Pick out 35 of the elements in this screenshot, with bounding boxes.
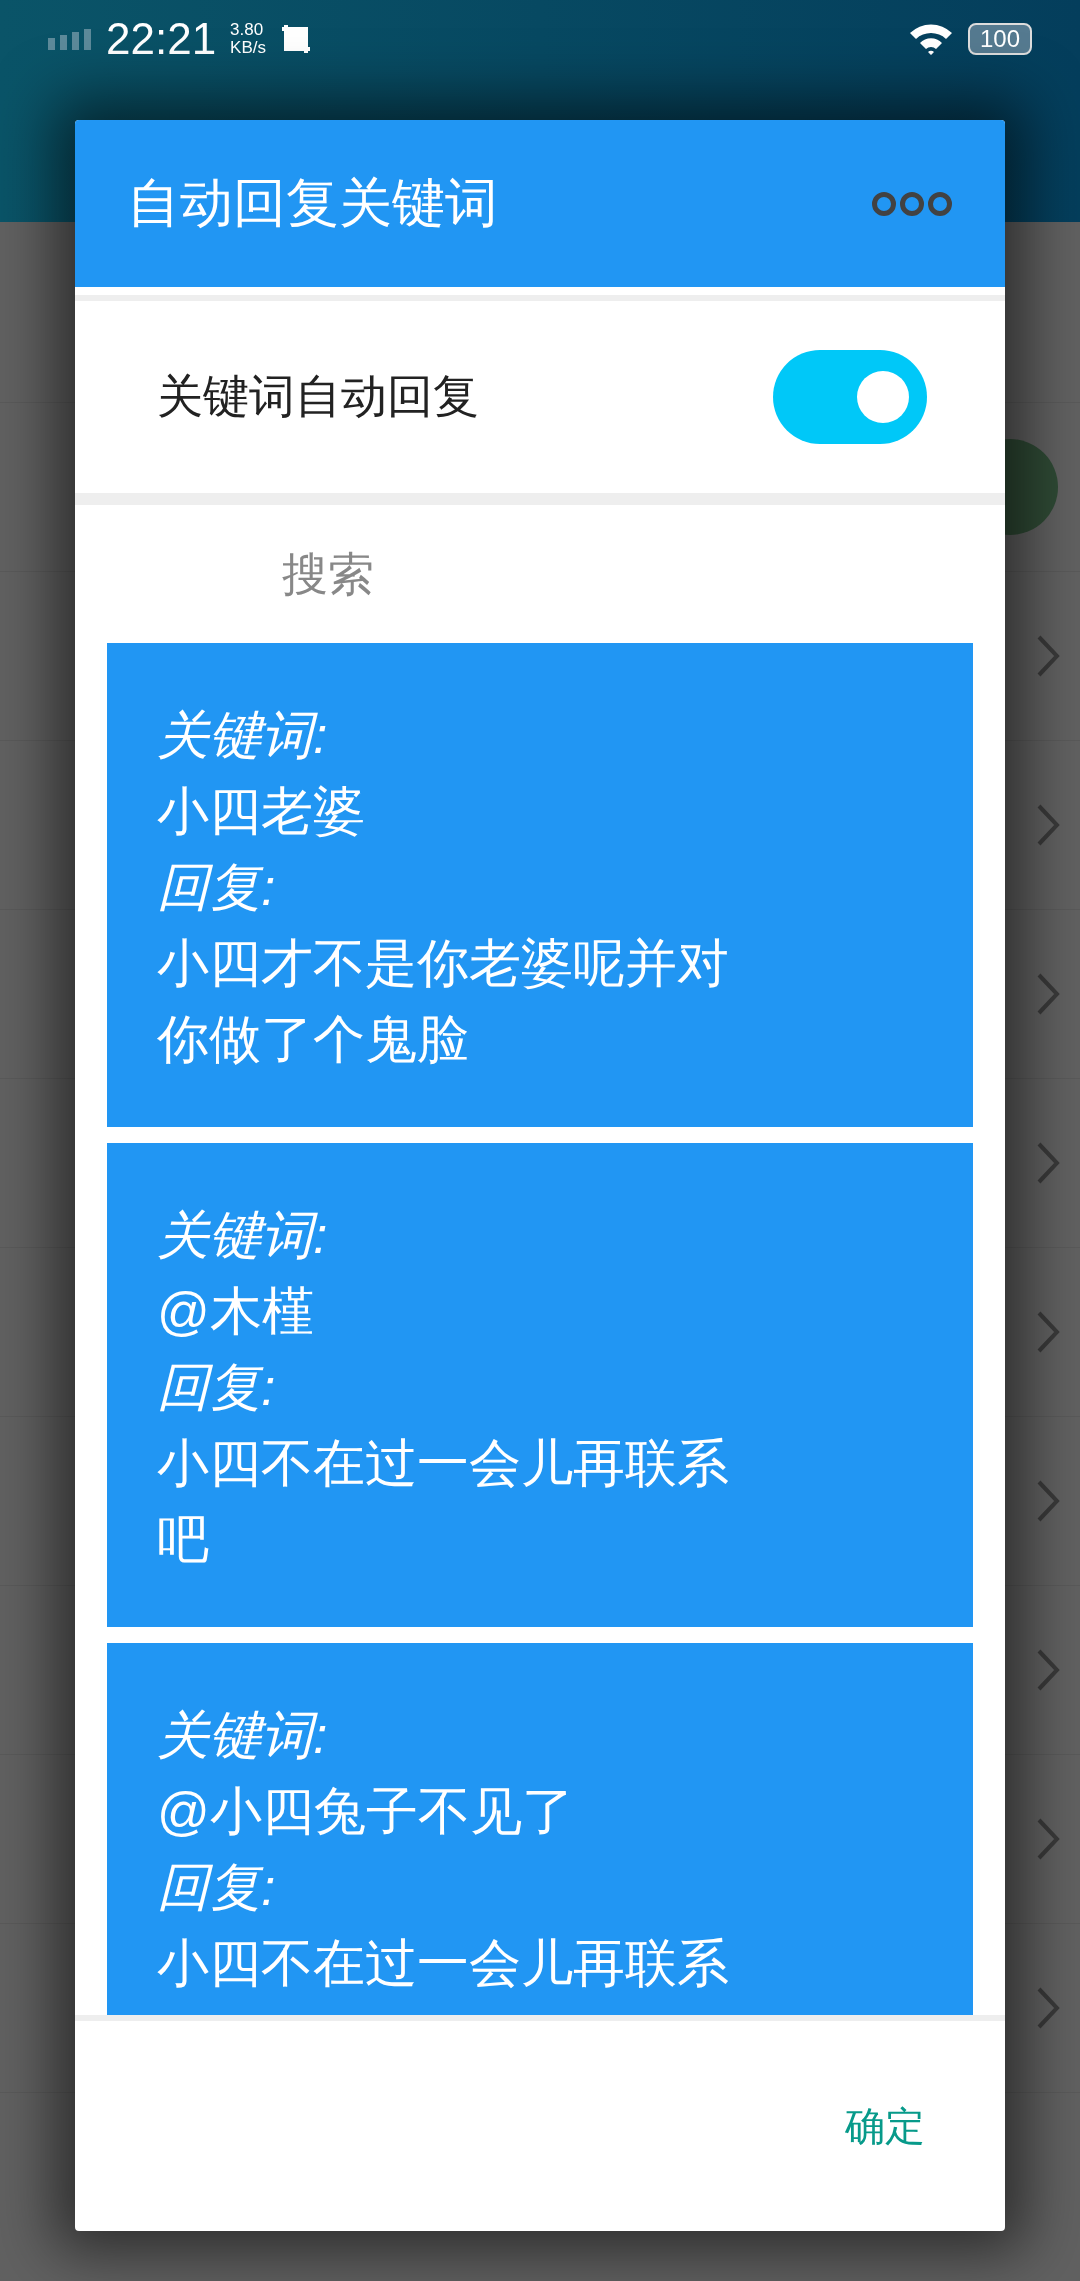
- keyword-label: 关键词:: [157, 1205, 329, 1266]
- reply-label: 回复:: [157, 857, 277, 918]
- battery-indicator: 100: [967, 23, 1032, 55]
- chevron-icon: [1036, 803, 1060, 847]
- keyword-text: @小四兔子不见了: [157, 1781, 575, 1842]
- rule-card[interactable]: 关键词: @木槿 回复: 小四不在过一会儿再联系吧: [107, 1143, 973, 1627]
- confirm-button[interactable]: 确定: [825, 2082, 945, 2170]
- clock: 22:21: [106, 14, 217, 64]
- speed-value: 3.80: [230, 21, 265, 39]
- chevron-icon: [1036, 1310, 1060, 1354]
- crop-icon: [280, 23, 312, 55]
- reply-text: 小四不在过一会儿再联系: [157, 1933, 730, 1994]
- chevron-icon: [1036, 1648, 1060, 1692]
- more-icon[interactable]: [871, 190, 953, 217]
- chevron-icon: [1036, 634, 1060, 678]
- chevron-icon: [1036, 1479, 1060, 1523]
- keyword-text: @木槿: [157, 1281, 315, 1342]
- search-field[interactable]: 搜索: [280, 546, 784, 602]
- signal-icon: [48, 28, 92, 50]
- dialog-title: 自动回复关键词: [127, 171, 498, 234]
- reply-text: 小四才不是你老婆呢并对你做了个鬼脸: [157, 933, 730, 1070]
- rule-card[interactable]: 关键词: @小四兔子不见了 回复: 小四不在过一会儿再联系: [107, 1643, 973, 2015]
- keyword-label: 关键词:: [157, 705, 329, 766]
- chevron-icon: [1036, 1817, 1060, 1861]
- speed-unit: KB/s: [230, 39, 266, 57]
- reply-label: 回复:: [157, 1357, 277, 1418]
- keyword-text: 小四老婆: [157, 781, 366, 842]
- switch-label: 关键词自动回复: [157, 369, 479, 424]
- reply-label: 回复:: [157, 1857, 277, 1918]
- chevron-icon: [1036, 1141, 1060, 1185]
- keyword-label: 关键词:: [157, 1705, 329, 1766]
- rule-card[interactable]: 关键词: 小四老婆 回复: 小四才不是你老婆呢并对你做了个鬼脸: [107, 643, 973, 1127]
- chevron-icon: [1036, 1986, 1060, 2030]
- chevron-icon: [1036, 972, 1060, 1016]
- reply-text: 小四不在过一会儿再联系吧: [157, 1433, 730, 1570]
